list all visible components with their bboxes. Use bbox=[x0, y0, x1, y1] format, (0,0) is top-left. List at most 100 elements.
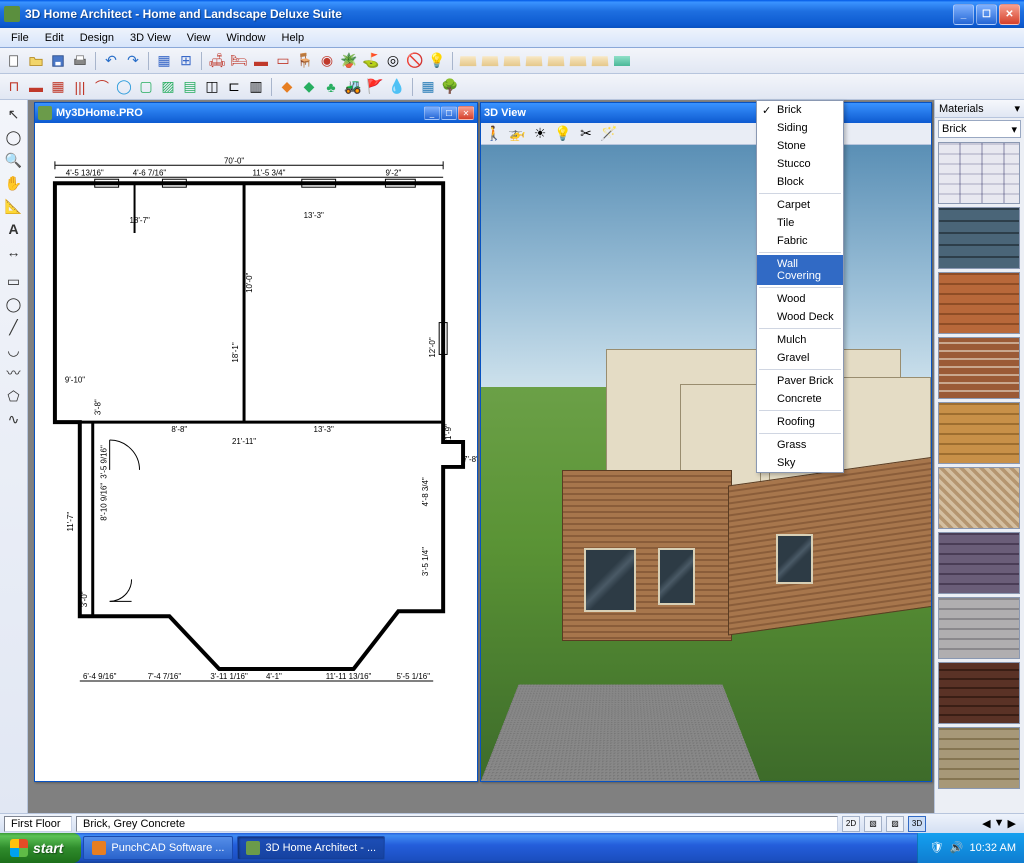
roof-3-icon[interactable] bbox=[502, 51, 522, 71]
pan-icon[interactable]: ✋ bbox=[3, 172, 25, 194]
material-item-concrete[interactable]: Concrete bbox=[757, 390, 843, 408]
window-tile-icon[interactable]: ▦ bbox=[154, 51, 174, 71]
open-file-icon[interactable] bbox=[26, 51, 46, 71]
plan-canvas[interactable]: 70'-0" 4'-5 13/16" 4'-6 7/16" 11'-5 3/4"… bbox=[35, 123, 477, 781]
furniture-sofa-icon[interactable]: 🛋 bbox=[207, 51, 227, 71]
prohibit-icon[interactable]: 🚫 bbox=[405, 51, 425, 71]
walk-icon[interactable]: 🚶 bbox=[484, 124, 504, 144]
view-iso-button[interactable]: ▧ bbox=[864, 816, 882, 832]
sun-icon[interactable]: ☀ bbox=[530, 124, 550, 144]
material-swatch[interactable] bbox=[938, 402, 1020, 464]
window-minimize-button[interactable]: _ bbox=[953, 4, 974, 25]
menu-window[interactable]: Window bbox=[219, 30, 272, 46]
view-persp-button[interactable]: ▨ bbox=[886, 816, 904, 832]
start-button[interactable]: start bbox=[0, 833, 81, 863]
furniture-bed-icon[interactable]: 🛏 bbox=[229, 51, 249, 71]
material-item-brick[interactable]: Brick bbox=[757, 101, 843, 119]
menu-view[interactable]: View bbox=[180, 30, 218, 46]
3d-viewport[interactable] bbox=[481, 145, 931, 781]
landscape-flag-icon[interactable]: ⛳ bbox=[361, 51, 381, 71]
text-icon[interactable]: A bbox=[3, 218, 25, 240]
shrub-icon[interactable]: 🌳 bbox=[440, 77, 460, 97]
new-file-icon[interactable] bbox=[4, 51, 24, 71]
taskbar-item-3dhome[interactable]: 3D Home Architect - ... bbox=[237, 836, 385, 860]
window-maximize-button[interactable]: ☐ bbox=[976, 4, 997, 25]
line-icon[interactable]: ╱ bbox=[3, 316, 25, 338]
view-2d-button[interactable]: 2D bbox=[842, 816, 860, 832]
terrain-icon[interactable]: ▤ bbox=[180, 77, 200, 97]
color-2-icon[interactable]: ◆ bbox=[299, 77, 319, 97]
arc-icon[interactable]: ◡ bbox=[3, 339, 25, 361]
roof-4-icon[interactable] bbox=[524, 51, 544, 71]
material-item-tile[interactable]: Tile bbox=[757, 214, 843, 232]
sprinkler-icon[interactable]: 💧 bbox=[387, 77, 407, 97]
tray-shield-icon[interactable]: 🛡 bbox=[930, 841, 944, 855]
furniture-stool-icon[interactable]: ◉ bbox=[317, 51, 337, 71]
material-swatch[interactable] bbox=[938, 272, 1020, 334]
menu-edit[interactable]: Edit bbox=[38, 30, 71, 46]
materials-header[interactable]: Materials ▾ bbox=[935, 100, 1024, 118]
gate-icon[interactable]: ⊏ bbox=[224, 77, 244, 97]
material-swatch[interactable] bbox=[938, 467, 1020, 529]
material-item-gravel[interactable]: Gravel bbox=[757, 349, 843, 367]
plant-icon[interactable]: 🪴 bbox=[339, 51, 359, 71]
view-3d-button[interactable]: 3D bbox=[908, 816, 926, 832]
curve-icon[interactable]: ∿ bbox=[3, 408, 25, 430]
material-swatch[interactable] bbox=[938, 597, 1020, 659]
roof-8-icon[interactable] bbox=[612, 51, 632, 71]
material-item-wooddeck[interactable]: Wood Deck bbox=[757, 308, 843, 326]
material-swatch[interactable] bbox=[938, 662, 1020, 724]
menu-design[interactable]: Design bbox=[73, 30, 121, 46]
material-item-wood[interactable]: Wood bbox=[757, 290, 843, 308]
plot-icon[interactable]: ◫ bbox=[202, 77, 222, 97]
material-item-block[interactable]: Block bbox=[757, 173, 843, 191]
excavator-icon[interactable]: 🚜 bbox=[343, 77, 363, 97]
measure-icon[interactable]: 📐 bbox=[3, 195, 25, 217]
material-item-roofing[interactable]: Roofing bbox=[757, 413, 843, 431]
material-swatch[interactable] bbox=[938, 727, 1020, 789]
furniture-chair-icon[interactable]: 🪑 bbox=[295, 51, 315, 71]
redo-icon[interactable]: ↷ bbox=[123, 51, 143, 71]
fly-icon[interactable]: 🚁 bbox=[507, 124, 527, 144]
path-icon[interactable]: ▨ bbox=[158, 77, 178, 97]
status-floor[interactable]: First Floor bbox=[4, 816, 72, 832]
material-item-grass[interactable]: Grass bbox=[757, 436, 843, 454]
bulb-icon[interactable]: 💡 bbox=[553, 124, 573, 144]
roof-5-icon[interactable] bbox=[546, 51, 566, 71]
pointer-icon[interactable]: ↖ bbox=[3, 103, 25, 125]
picnic-table-icon[interactable]: ⊓ bbox=[4, 77, 24, 97]
pool-icon[interactable]: ◯ bbox=[114, 77, 134, 97]
wall-section-icon[interactable]: ▥ bbox=[246, 77, 266, 97]
menu-3dview[interactable]: 3D View bbox=[123, 30, 178, 46]
material-swatch[interactable] bbox=[938, 207, 1020, 269]
material-item-siding[interactable]: Siding bbox=[757, 119, 843, 137]
menu-file[interactable]: File bbox=[4, 30, 36, 46]
roof-2-icon[interactable] bbox=[480, 51, 500, 71]
bench-icon[interactable]: ▬ bbox=[26, 77, 46, 97]
tile-tool-icon[interactable]: ▦ bbox=[418, 77, 438, 97]
target-icon[interactable]: ◎ bbox=[383, 51, 403, 71]
fence-icon[interactable]: ||| bbox=[70, 77, 90, 97]
roof-7-icon[interactable] bbox=[590, 51, 610, 71]
taskbar-item-punchcad[interactable]: PunchCAD Software ... bbox=[83, 836, 233, 860]
material-item-stucco[interactable]: Stucco bbox=[757, 155, 843, 173]
camera-icon[interactable]: ✂ bbox=[576, 124, 596, 144]
bridge-icon[interactable]: ⌒ bbox=[92, 77, 112, 97]
window-close-button[interactable]: ✕ bbox=[999, 4, 1020, 25]
circle-select-icon[interactable]: ◯ bbox=[3, 126, 25, 148]
grill-icon[interactable]: ▦ bbox=[48, 77, 68, 97]
window-grid-icon[interactable]: ⊞ bbox=[176, 51, 196, 71]
tray-clock[interactable]: 10:32 AM bbox=[970, 842, 1016, 854]
wand-icon[interactable]: 🪄 bbox=[599, 124, 619, 144]
plan-maximize-button[interactable]: ☐ bbox=[441, 106, 457, 120]
plan-close-button[interactable]: ✕ bbox=[458, 106, 474, 120]
save-file-icon[interactable] bbox=[48, 51, 68, 71]
plan-minimize-button[interactable]: _ bbox=[424, 106, 440, 120]
bush-icon[interactable]: ♣ bbox=[321, 77, 341, 97]
flag-icon[interactable]: 🚩 bbox=[365, 77, 385, 97]
lawn-icon[interactable]: ▢ bbox=[136, 77, 156, 97]
material-swatch[interactable] bbox=[938, 337, 1020, 399]
material-item-stone[interactable]: Stone bbox=[757, 137, 843, 155]
menu-help[interactable]: Help bbox=[275, 30, 312, 46]
roof-1-icon[interactable] bbox=[458, 51, 478, 71]
